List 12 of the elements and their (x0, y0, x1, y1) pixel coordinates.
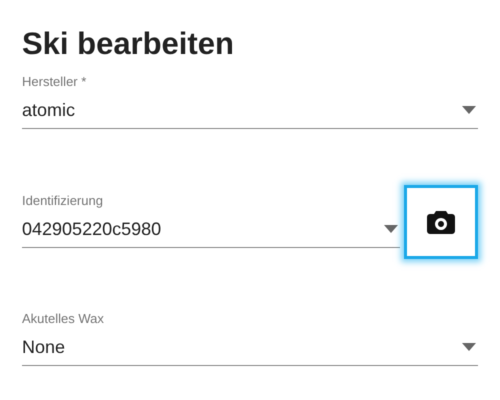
select-field[interactable]: 042905220c5980 (22, 214, 400, 248)
dropdown-caret-icon (462, 106, 476, 114)
select-field[interactable]: atomic (22, 96, 478, 129)
field-label: Akutelles Wax (22, 311, 105, 327)
dropdown-caret-icon (384, 224, 398, 232)
select-field[interactable]: None (22, 333, 478, 366)
field-label: Hersteller * (22, 74, 88, 90)
camera-button[interactable] (404, 185, 478, 259)
camera-icon (427, 210, 455, 234)
page-title: Ski bearbeiten (22, 26, 235, 62)
field-label: Identifizierung (22, 192, 104, 208)
dropdown-caret-icon (462, 343, 476, 351)
